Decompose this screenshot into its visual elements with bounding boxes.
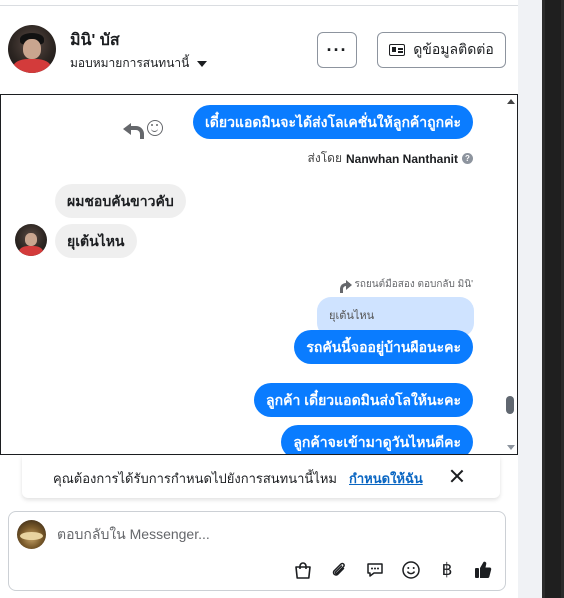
emoji-icon[interactable] [401, 560, 421, 580]
message-bubble-incoming[interactable]: ผมชอบคันขาวคับ [55, 184, 186, 218]
assignment-prompt: คุณต้องการได้รับการกำหนดไปยังการสนทนานี้… [22, 456, 500, 498]
sender-avatar[interactable] [15, 224, 47, 256]
dark-scroll-strip [542, 0, 564, 598]
chat-bubble-icon[interactable] [365, 560, 385, 580]
page-avatar [17, 520, 46, 549]
background-window-strip [518, 0, 564, 598]
contact-name[interactable]: มินิ' บัส [70, 28, 120, 53]
sent-by-prefix: ส่งโดย [307, 151, 342, 165]
reply-icon[interactable] [123, 121, 144, 139]
shopping-bag-icon[interactable] [293, 560, 313, 580]
assign-to-me-link[interactable]: กำหนดให้ฉัน [349, 468, 423, 489]
conversation-panel: มินิ' บัส มอบหมายการสนทนานี้ ··· ดูข้อมู… [0, 0, 518, 598]
assignment-prompt-text: คุณต้องการได้รับการกำหนดไปยังการสนทนานี้… [53, 471, 337, 486]
scroll-thumb[interactable] [506, 396, 514, 414]
thumbs-up-icon[interactable] [473, 560, 493, 580]
message-bubble-incoming[interactable]: ยุเต้นไหน [55, 224, 137, 258]
scroll-up-arrow-icon[interactable] [507, 99, 515, 104]
contact-avatar[interactable] [8, 25, 56, 73]
paperclip-icon[interactable] [329, 560, 349, 580]
caret-down-icon [197, 60, 208, 67]
more-options-button[interactable]: ··· [317, 32, 357, 68]
baht-icon[interactable]: ฿ [437, 560, 457, 580]
message-bubble-outgoing[interactable]: รถคันนี้จออยู่บ้านผือนะคะ [294, 330, 473, 364]
assign-conversation-dropdown[interactable]: มอบหมายการสนทนานี้ [70, 54, 208, 73]
reply-input[interactable] [57, 526, 477, 542]
view-contact-info-button[interactable]: ดูข้อมูลติดต่อ [377, 32, 506, 68]
help-icon[interactable]: ? [462, 153, 473, 164]
scroll-down-arrow-icon[interactable] [507, 445, 515, 450]
sent-by-name: Nanwhan Nanthanit [345, 151, 458, 166]
contact-card-icon [389, 44, 406, 56]
close-icon[interactable] [450, 469, 464, 483]
smile-icon[interactable] [147, 120, 163, 136]
message-thread[interactable]: เดี๋ยวแอดมินจะได้ส่งโลเคชั่นให้ลูกค้าถูก… [0, 94, 518, 455]
message-actions [123, 120, 163, 139]
message-bubble-outgoing[interactable]: เดี๋ยวแอดมินจะได้ส่งโลเคชั่นให้ลูกค้าถูก… [192, 105, 473, 139]
reply-meta-label: รถยนต์มือสอง ตอบกลับ มินิ' [339, 277, 473, 293]
share-arrow-icon [339, 279, 352, 293]
composer-toolbar: ฿ [293, 560, 493, 580]
sent-by-label: ส่งโดย Nanwhan Nanthanit ? [308, 149, 473, 168]
view-contact-info-label: ดูข้อมูลติดต่อ [413, 41, 494, 57]
reply-meta-text: รถยนต์มือสอง ตอบกลับ มินิ' [354, 279, 473, 290]
conversation-header: มินิ' บัส มอบหมายการสนทนานี้ ··· ดูข้อมู… [0, 6, 518, 94]
assign-label: มอบหมายการสนทนานี้ [70, 56, 190, 70]
message-bubble-outgoing[interactable]: ลูกค้า เดี๋ยวแอดมินส่งโลให้นะคะ [254, 383, 473, 417]
thread-scrollbar[interactable] [504, 95, 516, 454]
reply-composer: ฿ [8, 511, 506, 591]
message-bubble-outgoing[interactable]: ลูกค้าจะเข้ามาดูวันไหนดีคะ [281, 425, 473, 454]
